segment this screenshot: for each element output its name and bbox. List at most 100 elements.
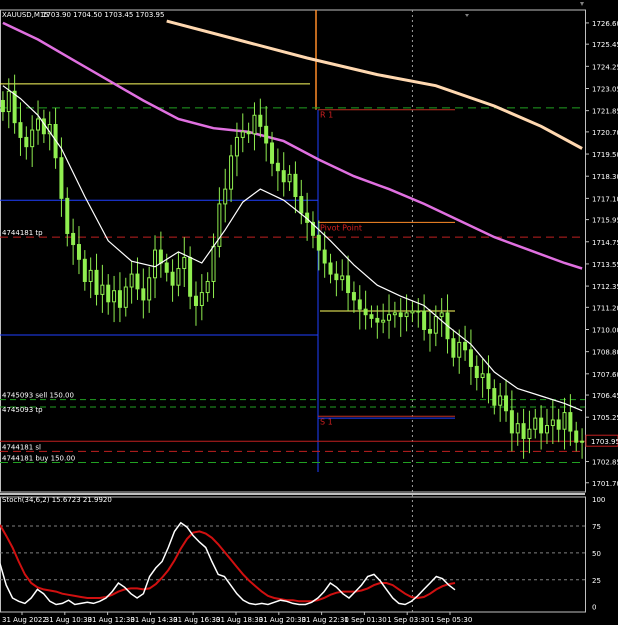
candle-body-0	[0, 99, 5, 113]
candle-body-42	[246, 131, 251, 135]
candle-body-47	[275, 162, 280, 172]
candle-body-74	[433, 316, 438, 334]
candle-body-67	[392, 312, 397, 316]
candle-body-50	[293, 173, 298, 198]
candle-body-3	[18, 122, 23, 138]
y-tick-label: 1701.70	[592, 480, 618, 488]
candle-body-66	[387, 314, 392, 321]
candle-body-46	[270, 142, 275, 164]
y-tick-label: 1721.85	[592, 108, 618, 116]
label-s1: S 1	[320, 417, 333, 426]
candle-body-41	[240, 131, 245, 138]
candle-body-10	[59, 157, 64, 199]
candle-body-62	[363, 308, 368, 316]
candle-body-28	[164, 262, 169, 273]
ma-mid-line	[2, 21, 583, 270]
candle-body-96	[562, 412, 567, 430]
candle-body-49	[287, 173, 292, 183]
candle-body-2	[12, 90, 17, 124]
candle-body-26	[153, 249, 158, 279]
y-tick-label: 1707.60	[592, 371, 618, 379]
y-tick-label: 1711.20	[592, 304, 618, 312]
candle-body-44	[258, 114, 263, 127]
y-tick-label: 1710.00	[592, 326, 618, 334]
candle-body-5	[30, 129, 35, 148]
candle-body-14	[82, 258, 87, 282]
y-tick-label: 1706.45	[592, 392, 618, 400]
x-tick-label: 31 Aug 2022	[2, 616, 47, 624]
candle-body-83	[486, 373, 491, 390]
candle-body-69	[404, 312, 409, 318]
x-tick-label: 1 Sep 03:30	[387, 616, 429, 624]
candle-body-25	[147, 277, 152, 301]
price-chart: R 1 Pivot Point S 1 4744181 tp 4745093 sell …	[0, 2, 618, 624]
candle-body-34	[199, 292, 204, 306]
candle-body-17	[100, 284, 105, 295]
x-tick-label: 31 Aug 10:30	[45, 616, 92, 624]
candle-body-22	[129, 273, 134, 288]
candle-body-51	[299, 196, 304, 214]
candle-body-73	[427, 328, 432, 334]
candle-body-82	[480, 373, 485, 379]
label-tp: 4744181 tp	[2, 229, 43, 237]
candle-body-18	[106, 284, 111, 303]
candle-body-98	[574, 430, 579, 443]
candle-body-88	[515, 423, 520, 434]
candle-body-85	[498, 395, 503, 406]
candle-body-38	[223, 188, 228, 205]
candle-body-87	[509, 410, 514, 434]
candle-body-70	[410, 310, 415, 314]
shift-marker-icon	[465, 14, 469, 17]
candle-body-89	[521, 423, 526, 439]
candle-body-39	[229, 155, 234, 190]
scroll-marker-icon	[580, 2, 584, 6]
y-tick-label: 1705.25	[592, 414, 618, 422]
candle-body-23	[135, 273, 140, 290]
candle-body-99	[580, 440, 585, 443]
stoch-y-tick: 0	[592, 604, 596, 612]
candle-body-75	[439, 312, 444, 318]
x-tick-label: 31 Aug 12:30	[88, 616, 135, 624]
candle-body-27	[158, 249, 163, 264]
candle-body-45	[264, 125, 269, 144]
candle-body-79	[463, 341, 468, 351]
x-tick-label: 31 Aug 22:30	[302, 616, 349, 624]
y-tick-label: 1724.25	[592, 63, 618, 71]
y-tick-label: 1714.75	[592, 239, 618, 247]
candle-body-1	[6, 90, 11, 113]
chart-root: R 1 Pivot Point S 1 4744181 tp 4745093 sell …	[0, 0, 618, 625]
candle-body-93	[544, 425, 549, 434]
x-tick-label: 31 Aug 16:30	[173, 616, 220, 624]
candle-body-48	[281, 170, 286, 183]
last-price-label: 1703.95	[591, 438, 618, 446]
label-sl: 4744181 sl	[2, 443, 41, 451]
y-tick-label: 1725.45	[592, 41, 618, 49]
candle-body-94	[550, 419, 555, 427]
x-tick-label: 31 Aug 18:30	[216, 616, 263, 624]
candle-body-30	[176, 268, 181, 286]
y-tick-label: 1712.35	[592, 283, 618, 291]
candle-body-20	[117, 290, 122, 308]
stoch-y-tick: 25	[592, 577, 601, 585]
candle-body-36	[211, 245, 216, 282]
y-tick-label: 1719.50	[592, 151, 618, 159]
candle-body-16	[94, 269, 99, 295]
candle-body-43	[252, 114, 257, 135]
y-tick-label: 1720.70	[592, 129, 618, 137]
candle-body-33	[193, 295, 198, 306]
candle-body-71	[416, 310, 421, 313]
y-tick-label: 1708.80	[592, 349, 618, 357]
y-tick-label: 1717.10	[592, 195, 618, 203]
candle-body-61	[357, 299, 362, 310]
candle-body-97	[568, 412, 573, 432]
stoch-label: Stoch(34,6,2) 15.6723 21.9920	[2, 496, 112, 504]
candle-body-13	[76, 244, 81, 260]
ma-fast-line	[2, 85, 583, 412]
y-tick-label: 1715.95	[592, 217, 618, 225]
y-tick-label: 1702.85	[592, 459, 618, 467]
y-tick-label: 1713.55	[592, 261, 618, 269]
candle-body-64	[375, 317, 380, 323]
candle-body-15	[88, 269, 93, 282]
label-sell1: 4745093 sell 150.00	[2, 392, 74, 400]
candle-body-77	[451, 338, 456, 358]
